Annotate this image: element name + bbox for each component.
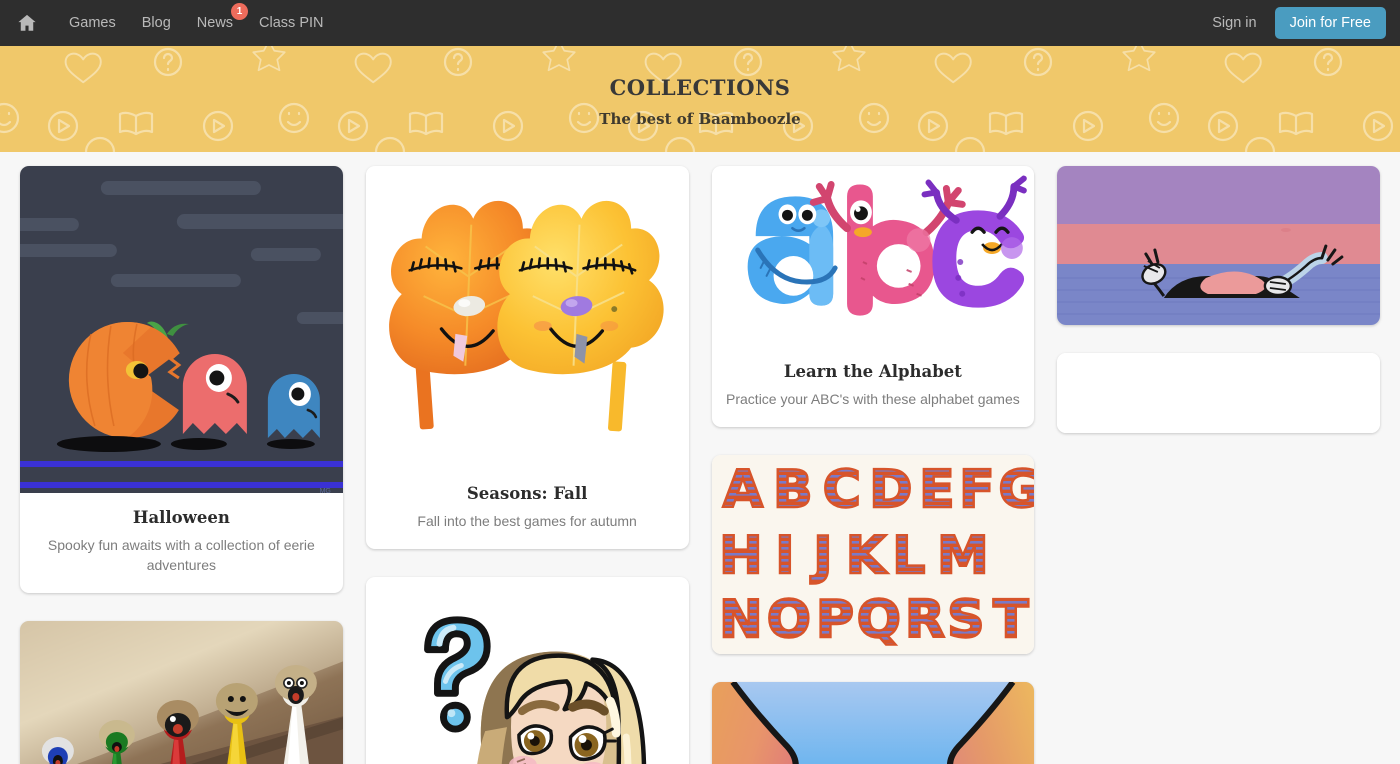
card-image-seasons-fall xyxy=(365,166,689,469)
card-body-learn-the-alphabet: Learn the Alphabet Practice your ABC's w… xyxy=(712,347,1035,427)
page-title: Collections xyxy=(609,68,791,103)
card-body-seasons-fall: Seasons: Fall Fall into the best games f… xyxy=(366,469,689,549)
svg-text:B: B xyxy=(773,460,813,520)
card-desc-halloween: Spooky fun awaits with a collection of e… xyxy=(47,536,315,573)
top-navigation-bar: Games Blog News 1 Class PIN Sign in Join… xyxy=(0,0,1400,46)
svg-text:N: N xyxy=(719,590,763,650)
nav-link-games[interactable]: Games xyxy=(56,0,129,46)
home-button[interactable] xyxy=(10,6,44,40)
collection-card-irregular-verbs[interactable]: Irregular Verbs Variety of games to revi… xyxy=(365,576,689,764)
svg-text:G: G xyxy=(998,460,1034,520)
svg-text:J: J xyxy=(810,526,832,586)
card-image-alphabet-letters: ABC DEF G HIJ KLM NOP QRS T xyxy=(711,454,1035,654)
nav-link-blog-label: Blog xyxy=(141,15,171,31)
collection-card-next[interactable] xyxy=(1057,353,1380,433)
nav-right-group: Sign in Join for Free xyxy=(1198,7,1386,39)
card-image-learn-the-alphabet xyxy=(711,166,1035,347)
svg-text:D: D xyxy=(869,460,912,520)
collections-masonry: MG Halloween Spooky fun awaits with a co… xyxy=(20,166,1380,764)
card-image-colors-shapes-numbers xyxy=(20,620,343,764)
svg-text:H: H xyxy=(719,526,763,586)
collection-card-colors-shapes-numbers[interactable]: Colors, Shapes & Numbers Fun with the ba… xyxy=(20,620,343,764)
card-image-irregular-verbs xyxy=(365,577,689,764)
card-body-halloween: Halloween Spooky fun awaits with a colle… xyxy=(20,493,343,593)
nav-link-blog[interactable]: Blog xyxy=(129,0,184,46)
nav-link-class-pin-label: Class PIN xyxy=(259,15,324,31)
card-desc-learn-the-alphabet: Practice your ABC's with these alphabet … xyxy=(726,390,1020,407)
card-image-floating-person xyxy=(1057,166,1380,325)
card-image-face-profiles xyxy=(711,681,1035,764)
svg-text:S: S xyxy=(947,590,984,650)
svg-text:F: F xyxy=(959,460,995,520)
collection-card-learn-the-alphabet[interactable]: Learn the Alphabet Practice your ABC's w… xyxy=(711,166,1035,427)
card-desc-seasons-fall: Fall into the best games for autumn xyxy=(417,512,637,529)
svg-text:M: M xyxy=(937,526,989,586)
nav-link-class-pin[interactable]: Class PIN xyxy=(246,0,336,46)
card-title-seasons-fall: Seasons: Fall xyxy=(466,484,588,503)
collection-card-seasons-fall[interactable]: Seasons: Fall Fall into the best games f… xyxy=(365,166,689,549)
svg-text:T: T xyxy=(993,590,1029,650)
page-subtitle: The best of Baamboozle xyxy=(599,110,801,128)
svg-text:I: I xyxy=(775,526,794,586)
join-for-free-button[interactable]: Join for Free xyxy=(1274,7,1386,39)
svg-text:L: L xyxy=(892,526,925,586)
collection-card-face-profiles[interactable] xyxy=(711,681,1035,764)
nav-left-group: Games Blog News 1 Class PIN xyxy=(10,0,337,46)
card-title-learn-the-alphabet: Learn the Alphabet xyxy=(783,362,962,381)
card-image-next xyxy=(1057,353,1380,433)
sign-in-link[interactable]: Sign in xyxy=(1198,15,1270,31)
page-banner: Collections The best of Baamboozle xyxy=(0,46,1400,152)
home-icon xyxy=(16,12,38,34)
svg-text:MG: MG xyxy=(320,488,331,493)
svg-text:A: A xyxy=(722,460,762,520)
svg-text:Q: Q xyxy=(856,590,900,650)
collection-card-halloween[interactable]: MG Halloween Spooky fun awaits with a co… xyxy=(20,166,343,593)
collection-card-alphabet-letters[interactable]: ABC DEF G HIJ KLM NOP QRS T xyxy=(711,454,1035,654)
svg-text:E: E xyxy=(919,460,955,520)
nav-link-games-label: Games xyxy=(69,15,116,31)
collections-grid-container: MG Halloween Spooky fun awaits with a co… xyxy=(0,152,1400,764)
collection-card-floating-person[interactable] xyxy=(1057,166,1380,325)
svg-text:R: R xyxy=(904,590,944,650)
svg-text:P: P xyxy=(815,590,853,650)
nav-link-news-label: News xyxy=(196,15,234,31)
card-image-halloween: MG xyxy=(20,166,343,493)
svg-text:O: O xyxy=(766,590,810,650)
card-title-halloween: Halloween xyxy=(132,508,230,527)
svg-text:K: K xyxy=(845,526,887,586)
svg-text:C: C xyxy=(822,460,860,520)
nav-link-news[interactable]: News 1 xyxy=(184,0,249,46)
